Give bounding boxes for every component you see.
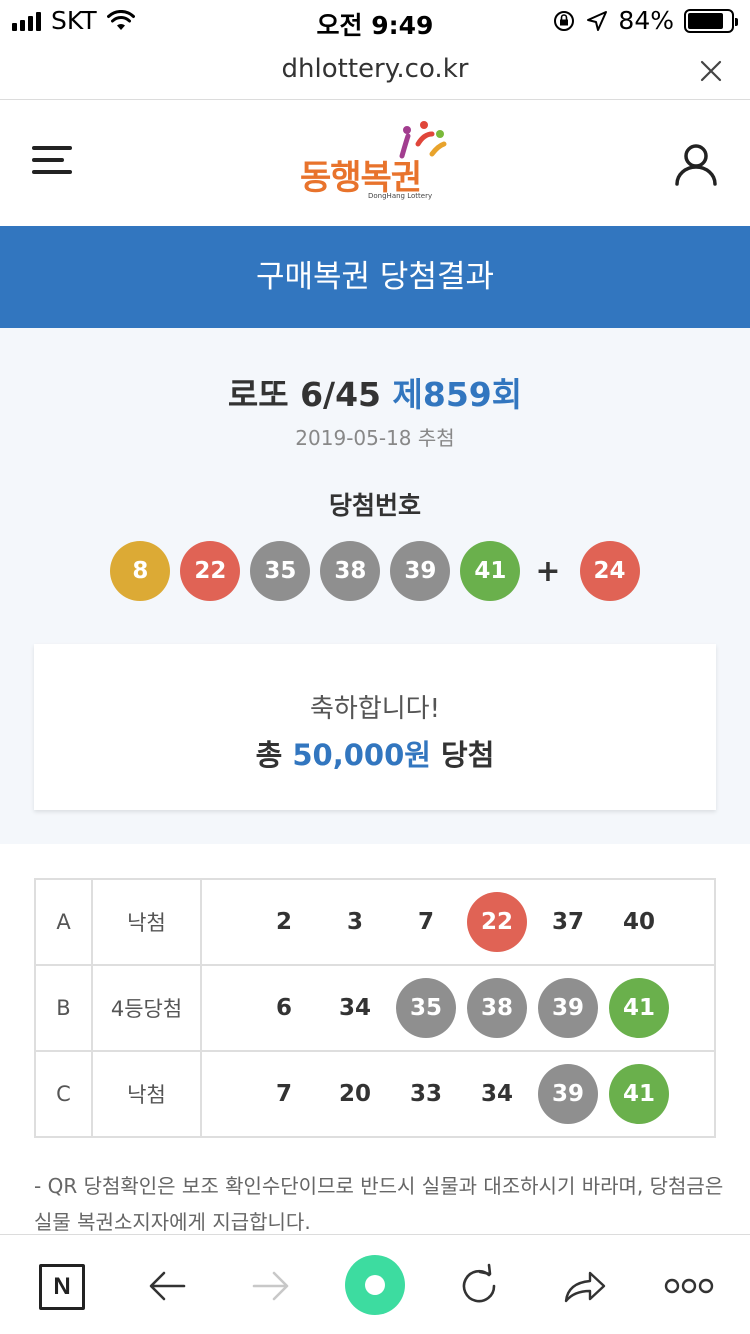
forward-arrow-icon[interactable] [248, 1263, 294, 1309]
ticket-number: 20 [338, 1081, 371, 1107]
table-row: B 4등당첨 6 34 35 38 39 41 [34, 964, 716, 1052]
table-row: C 낙첨 7 20 33 34 39 41 [34, 1050, 716, 1138]
hamburger-menu-button[interactable] [32, 140, 76, 180]
ticket-number: 40 [622, 909, 655, 935]
table-row: A 낙첨 2 3 7 22 37 40 [34, 878, 716, 966]
winning-number-ball: 8 [110, 541, 171, 601]
status-right: 84% [552, 6, 738, 35]
user-icon[interactable] [672, 140, 720, 188]
green-dot-button[interactable] [345, 1255, 405, 1315]
ticket-numbers: 2 3 7 22 37 40 [202, 892, 714, 952]
draw-result-section: 로또 6/45 제859회 2019-05-18 추첨 당첨번호 8 22 35 38… [0, 328, 750, 844]
notice-text: - QR 당첨확인은 보조 확인수단이므로 반드시 실물과 대조하시기 바라며,… [34, 1174, 724, 1234]
ticket-result: 낙첨 [91, 1050, 202, 1138]
congrats-message: 축하합니다! [309, 694, 441, 724]
ticket-number: 2 [275, 909, 292, 935]
congrats-card: 축하합니다! 총 50,000원 당첨 [34, 644, 716, 810]
refresh-icon[interactable] [456, 1263, 502, 1309]
page-title: 구매복권 당첨결과 [255, 259, 494, 295]
green-dot-icon [365, 1275, 385, 1295]
page-title-bar: 구매복권 당첨결과 [0, 226, 750, 328]
ticket-numbers: 6 34 35 38 39 41 [202, 978, 714, 1038]
prize-prefix: 총 [255, 738, 293, 772]
site-logo[interactable]: 동행복권 DongHang Lottery [300, 120, 460, 204]
ticket-numbers-cell: 6 34 35 38 39 41 [200, 964, 716, 1052]
draw-title: 로또 6/45 제859회 [0, 368, 750, 416]
menu-line [32, 170, 72, 174]
ticket-game-label: C [34, 1050, 93, 1138]
draw-date: 2019-05-18 추첨 [295, 426, 455, 450]
back-arrow-icon[interactable] [144, 1263, 190, 1309]
bonus-plus-sign: + [535, 553, 561, 589]
matched-number-ball: 22 [467, 892, 527, 952]
ticket-number: 7 [417, 909, 434, 935]
prize-suffix: 당첨 [430, 738, 495, 772]
browser-url-bar: dhlottery.co.kr [0, 42, 750, 100]
battery-fill [688, 12, 724, 29]
bottom-toolbar: N [0, 1234, 750, 1334]
battery-icon [684, 8, 738, 33]
ticket-game-label: A [34, 878, 93, 966]
winning-number-ball: 22 [180, 541, 241, 601]
matched-number-ball: 41 [609, 978, 669, 1038]
ticket-result: 낙첨 [91, 878, 202, 966]
ticket-number: 34 [480, 1081, 513, 1107]
winning-number-ball: 38 [320, 541, 381, 601]
ticket-number: 3 [346, 909, 363, 935]
matched-number-ball: 39 [538, 1064, 598, 1124]
winning-numbers-label: 당첨번호 [328, 491, 421, 520]
ticket-number: 34 [338, 995, 371, 1021]
winning-number-ball: 41 [460, 541, 521, 601]
url-text[interactable]: dhlottery.co.kr [0, 54, 750, 84]
draw-round: 제859회 [392, 375, 523, 414]
rotation-lock-icon [554, 10, 575, 31]
prize-amount: 50,000원 [292, 738, 431, 772]
more-options-icon[interactable] [664, 1263, 714, 1309]
bonus-number-ball: 24 [579, 541, 640, 601]
ticket-result: 4등당첨 [91, 964, 202, 1052]
battery-percentage: 84% [618, 6, 674, 35]
status-bar: SKT 오전 9:49 84% [0, 0, 750, 42]
naver-n-button[interactable]: N [39, 1264, 85, 1310]
matched-number-ball: 39 [538, 978, 598, 1038]
ticket-numbers-cell: 2 3 7 22 37 40 [200, 878, 716, 966]
ticket-game-label: B [34, 964, 93, 1052]
prize-line: 총 50,000원 당첨 [34, 732, 716, 774]
winning-number-ball: 39 [390, 541, 451, 601]
ticket-number: 7 [275, 1081, 292, 1107]
ticket-number: 33 [409, 1081, 442, 1107]
matched-number-ball: 41 [609, 1064, 669, 1124]
menu-line [32, 158, 64, 162]
ticket-numbers-cell: 7 20 33 34 39 41 [200, 1050, 716, 1138]
location-arrow-icon [587, 10, 608, 31]
winning-number-ball: 35 [250, 541, 311, 601]
ticket-number: 6 [275, 995, 292, 1021]
draw-game-name: 로또 6/45 [227, 375, 393, 414]
logo-subtext: DongHang Lottery [368, 192, 433, 200]
close-icon[interactable] [698, 58, 724, 84]
ticket-table: A 낙첨 2 3 7 22 37 40 B 4등당첨 6 34 35 38 39 41 C 낙첨 7 20 33 34 39… [34, 878, 716, 1138]
site-header: 동행복권 DongHang Lottery [0, 100, 750, 226]
ticket-numbers: 7 20 33 34 39 41 [202, 1064, 714, 1124]
ticket-number: 37 [551, 909, 584, 935]
matched-number-ball: 35 [396, 978, 456, 1038]
share-icon[interactable] [562, 1263, 608, 1309]
winning-numbers: 8 22 35 38 39 41 +24 [0, 541, 750, 601]
matched-number-ball: 38 [467, 978, 527, 1038]
menu-line [32, 146, 72, 150]
